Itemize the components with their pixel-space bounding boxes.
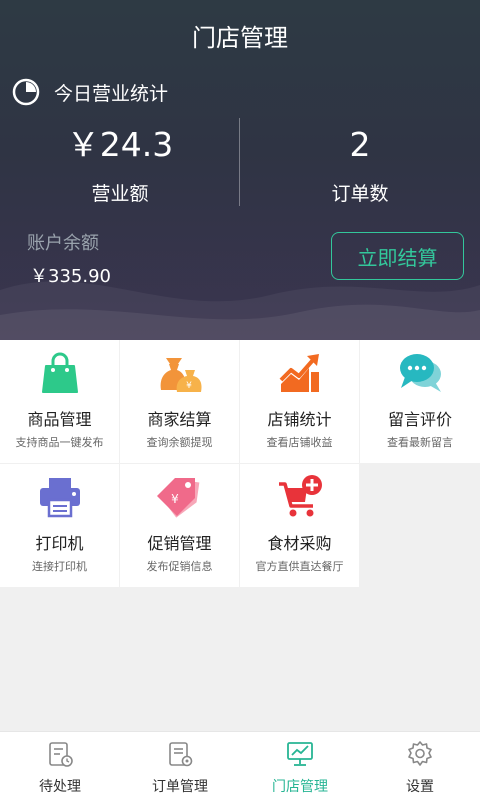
- shopping-bag-icon: [42, 352, 78, 393]
- chat-bubbles-icon: [400, 354, 441, 392]
- feature-grid: 商品管理 支持商品一键发布 ¥ 商家结算 查询余额提现 店铺统计 查看店铺收益: [0, 340, 480, 588]
- menu-item-desc: 查询余额提现: [146, 436, 213, 449]
- menu-item-name: 食材采购: [267, 534, 332, 553]
- tab-settings[interactable]: 设置: [360, 732, 480, 800]
- revenue-stat: ￥24.3 营业额: [0, 124, 240, 206]
- pending-clipboard-icon: [49, 742, 73, 767]
- tab-store-management[interactable]: 门店管理: [240, 732, 360, 800]
- menu-item-store-statistics[interactable]: 店铺统计 查看店铺收益: [240, 340, 359, 463]
- tab-pending[interactable]: 待处理: [0, 732, 120, 800]
- trend-chart-icon: [279, 354, 319, 392]
- tab-label: 门店管理: [272, 779, 328, 795]
- balance-label: 账户余额: [27, 233, 99, 254]
- orders-value: 2: [349, 125, 371, 164]
- tab-label: 待处理: [39, 779, 81, 795]
- today-stats-heading: 今日营业统计: [12, 78, 168, 106]
- menu-item-name: 促销管理: [147, 534, 212, 553]
- menu-item-name: 打印机: [35, 534, 84, 553]
- menu-item-printer[interactable]: 打印机 连接打印机: [0, 464, 119, 587]
- orders-label: 订单数: [331, 183, 389, 205]
- balance-value: ￥335.90: [30, 266, 111, 287]
- today-stats-label: 今日营业统计: [54, 82, 169, 105]
- menu-item-name: 店铺统计: [267, 410, 332, 429]
- tab-label: 设置: [406, 779, 434, 795]
- page-title: 门店管理: [192, 24, 288, 52]
- bottom-tab-bar: 待处理 订单管理 门店管理 设置: [0, 731, 480, 800]
- tab-orders[interactable]: 订单管理: [120, 732, 240, 800]
- price-tag-icon: ¥: [157, 478, 200, 518]
- menu-item-desc: 发布促销信息: [146, 560, 213, 573]
- revenue-label: 营业额: [91, 183, 149, 205]
- menu-item-promotion-management[interactable]: ¥ 促销管理 发布促销信息: [120, 464, 239, 587]
- printer-icon: [40, 478, 80, 518]
- order-list-icon: [169, 742, 193, 767]
- money-bags-icon: ¥: [160, 358, 202, 392]
- cart-add-icon: [279, 475, 322, 517]
- pie-chart-icon: [12, 78, 40, 106]
- store-chart-icon: [287, 742, 313, 766]
- svg-text:¥: ¥: [171, 492, 179, 506]
- gear-icon: [408, 741, 432, 766]
- menu-item-name: 留言评价: [387, 410, 452, 429]
- menu-item-desc: 查看店铺收益: [266, 436, 333, 449]
- menu-item-product-management[interactable]: 商品管理 支持商品一键发布: [0, 340, 119, 463]
- menu-item-name: 商家结算: [147, 410, 212, 429]
- menu-item-merchant-settlement[interactable]: ¥ 商家结算 查询余额提现: [120, 340, 239, 463]
- menu-item-name: 商品管理: [27, 410, 92, 429]
- menu-item-ingredient-purchase[interactable]: 食材采购 官方直供直达餐厅: [240, 464, 359, 587]
- menu-item-comments[interactable]: 留言评价 查看最新留言: [360, 340, 480, 463]
- menu-item-desc: 连接打印机: [32, 560, 87, 573]
- menu-item-desc: 查看最新留言: [387, 436, 453, 449]
- orders-stat: 2 订单数: [240, 124, 480, 206]
- revenue-value: ￥24.3: [66, 125, 174, 164]
- store-summary-header: 门店管理 今日营业统计 ￥24.3 营业额 2 订单数 账户余额 ￥335.90…: [0, 0, 480, 340]
- svg-text:¥: ¥: [186, 381, 192, 391]
- menu-item-desc: 官方直供直达餐厅: [255, 560, 344, 573]
- settle-now-button[interactable]: 立即结算: [331, 232, 464, 280]
- menu-item-desc: 支持商品一键发布: [15, 436, 104, 449]
- tab-label: 订单管理: [152, 779, 208, 795]
